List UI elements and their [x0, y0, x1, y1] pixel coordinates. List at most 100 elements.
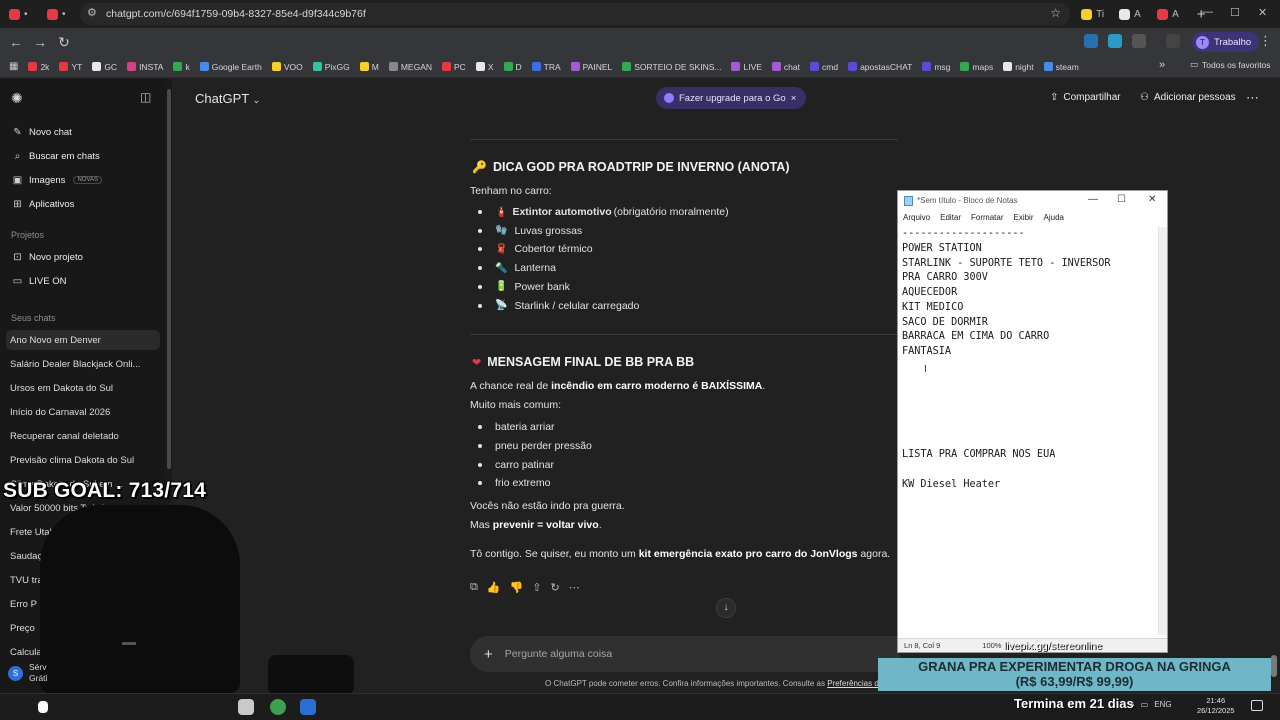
file-explorer-icon[interactable] [238, 699, 254, 715]
reload-icon[interactable]: ↻ [52, 30, 76, 54]
chat-history-item[interactable]: Ano Novo em Denver [6, 330, 160, 350]
browser-tab[interactable]: • [42, 3, 80, 25]
more-options-icon[interactable]: ⋯ [1246, 90, 1259, 106]
notepad-window[interactable]: *Sem título - Bloco de Notas — ☐ ✕ Arqui… [897, 190, 1168, 653]
bookmark-item[interactable]: PixGG [308, 58, 355, 76]
bookmark-item[interactable]: cmd [805, 58, 843, 76]
chat-history-item[interactable]: Previsão clima Dakota do Sul [6, 450, 160, 470]
site-info-icon[interactable]: ⚙ [87, 6, 97, 19]
extensions-puzzle-icon[interactable] [1132, 34, 1146, 48]
sidebar-item[interactable]: ⌕ Buscar em chats [6, 145, 160, 167]
bookmark-item[interactable]: k [168, 58, 194, 76]
lang-indicator[interactable]: ENG [1154, 700, 1171, 709]
all-bookmarks-folder[interactable]: ▭ Todos os favoritos [1190, 59, 1271, 70]
bookmark-item[interactable]: INSTA [122, 58, 168, 76]
extension-icon[interactable] [1108, 34, 1122, 48]
user-account[interactable]: S Sérv Gráti [8, 662, 47, 684]
share-button[interactable]: ⇪ Compartilhar [1050, 92, 1121, 103]
notepad-menu-item[interactable]: Exibir [1013, 213, 1033, 222]
network-icon[interactable]: ▭ [1141, 700, 1149, 709]
maximize-icon[interactable]: ☐ [1117, 194, 1126, 205]
chat-history-item[interactable]: Recuperar canal deletado [6, 426, 160, 446]
browser-tab[interactable]: A [1152, 3, 1190, 25]
chevron-up-icon[interactable]: ˄ [1130, 700, 1135, 709]
chat-history-item[interactable]: Início do Carnaval 2026 [6, 402, 160, 422]
notepad-menu-item[interactable]: Arquivo [903, 213, 930, 222]
bookmark-item[interactable]: YT [54, 58, 87, 76]
bookmark-item[interactable]: SORTEIO DE SKINS... [617, 58, 726, 76]
chat-history-item[interactable]: Ursos em Dakota do Sul [6, 378, 160, 398]
browser-tab[interactable]: Ti [1076, 3, 1114, 25]
bookmark-item[interactable]: MEGAN [384, 58, 437, 76]
sidebar-item[interactable]: ▣ Imagens NOVAS [6, 169, 160, 191]
bookmark-item[interactable]: msg [917, 58, 955, 76]
chrome-icon[interactable] [270, 699, 286, 715]
reading-list-icon[interactable] [1166, 34, 1180, 48]
bookmark-item[interactable]: PC [437, 58, 471, 76]
chatgpt-logo-icon[interactable]: ✺ [11, 90, 23, 107]
copy-icon[interactable]: ⧉ [470, 581, 478, 594]
back-icon[interactable]: ← [4, 30, 28, 54]
sidebar-item[interactable]: ✎ Novo chat [6, 121, 160, 143]
bookmark-item[interactable]: LIVE [726, 58, 766, 76]
maximize-icon[interactable]: ☐ [1230, 6, 1240, 19]
thumbs-down-icon[interactable]: 👎 [510, 581, 524, 594]
scroll-down-button[interactable]: ↓ [716, 598, 736, 618]
chat-history-item[interactable]: Salário Dealer Blackjack Onli... [6, 354, 160, 374]
extension-icon[interactable] [1084, 34, 1098, 48]
bookmark-item[interactable]: TRA [527, 58, 566, 76]
prompt-composer[interactable]: + Pergunte alguma coisa [470, 636, 900, 672]
bookmark-item[interactable]: 2k [23, 58, 54, 76]
windows-start-icon[interactable] [38, 701, 48, 713]
bookmark-item[interactable]: D [499, 58, 527, 76]
notepad-menu-item[interactable]: Ajuda [1044, 213, 1064, 222]
bookmark-item[interactable]: apostasCHAT [843, 58, 917, 76]
close-icon[interactable]: × [791, 93, 797, 104]
sidebar-item[interactable]: ⊡ Novo projeto [6, 246, 160, 268]
share-icon[interactable]: ⇧ [532, 581, 541, 594]
regenerate-icon[interactable]: ↻ [550, 581, 559, 594]
bookmark-item[interactable]: Google Earth [195, 58, 267, 76]
sidebar-toggle-icon[interactable]: ◫ [140, 90, 151, 104]
sidebar-item[interactable]: ▭ LIVE ON [6, 270, 160, 292]
bookmark-item[interactable]: PAINEL [566, 58, 618, 76]
bookmark-star-icon[interactable]: ☆ [1050, 6, 1061, 20]
browser-menu-icon[interactable]: ⋮ [1259, 33, 1272, 49]
url-bar[interactable]: ⚙ chatgpt.com/c/694f1759-09b4-8327-85e4-… [80, 3, 1070, 25]
minimize-icon[interactable]: — [1202, 6, 1213, 18]
bookmark-item[interactable]: steam [1039, 58, 1084, 76]
bookmark-item[interactable]: night [998, 58, 1038, 76]
bookmark-item[interactable]: X [471, 58, 499, 76]
model-selector[interactable]: ChatGPT ⌄ [195, 91, 260, 106]
notification-icon[interactable] [1251, 700, 1263, 711]
thumbs-up-icon[interactable]: 👍 [487, 581, 501, 594]
bookmark-item[interactable]: chat [767, 58, 805, 76]
notepad-text-area[interactable]: -------------------- POWER STATION STARL… [898, 227, 1159, 639]
upgrade-button[interactable]: Fazer upgrade para o Go × [656, 87, 807, 109]
app-icon[interactable] [300, 699, 316, 715]
preferences-link[interactable]: Preferências de [827, 679, 883, 688]
bookmark-item[interactable]: GC [87, 58, 122, 76]
apps-grid-icon[interactable]: ▦ [4, 58, 23, 76]
bookmark-item[interactable]: VOO [267, 58, 308, 76]
browser-tab[interactable]: • [4, 3, 42, 25]
close-icon[interactable]: ✕ [1148, 194, 1156, 205]
bookmarks-more-icon[interactable]: » [1159, 59, 1165, 71]
notepad-titlebar[interactable]: *Sem título - Bloco de Notas — ☐ ✕ [898, 191, 1167, 210]
bookmark-item[interactable]: maps [955, 58, 998, 76]
profile-button[interactable]: T Trabalho [1192, 32, 1260, 52]
bookmark-item[interactable]: M [355, 58, 384, 76]
notepad-scrollbar[interactable] [1158, 227, 1167, 635]
minimize-icon[interactable]: — [1088, 194, 1098, 205]
forward-icon[interactable]: → [28, 30, 52, 54]
sidebar-item[interactable]: ⊞ Aplicativos [6, 193, 160, 215]
notepad-menu-item[interactable]: Editar [940, 213, 961, 222]
page-scrollbar[interactable] [1271, 655, 1277, 677]
plus-icon[interactable]: + [484, 646, 493, 663]
notepad-menu-item[interactable]: Formatar [971, 213, 1003, 222]
clock[interactable]: 21:46 26/12/2025 [1197, 696, 1235, 716]
more-icon[interactable]: ⋯ [569, 581, 580, 594]
browser-tab[interactable]: A [1114, 3, 1152, 25]
close-window-icon[interactable]: ✕ [1258, 6, 1267, 19]
add-people-button[interactable]: ⚇ Adicionar pessoas [1140, 92, 1236, 103]
